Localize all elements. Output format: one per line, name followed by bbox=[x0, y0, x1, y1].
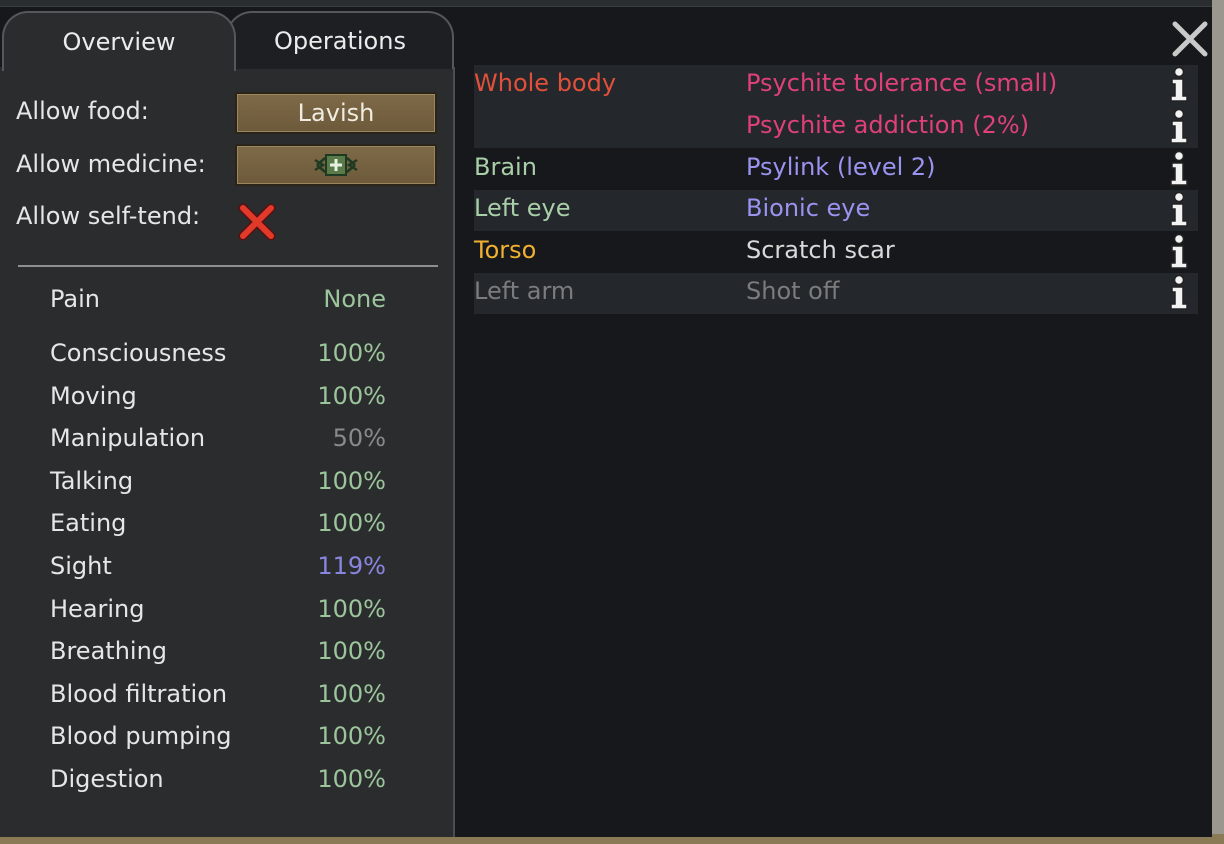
capacity-value: 100% bbox=[317, 339, 386, 367]
capacity-row: Blood filtration 100% bbox=[50, 680, 386, 714]
capacity-row: Consciousness 100% bbox=[50, 339, 386, 373]
tab-overview[interactable]: Overview bbox=[2, 11, 236, 71]
capacity-name: Breathing bbox=[50, 637, 168, 666]
hediff-row[interactable]: Left eye Bionic eye bbox=[474, 190, 1198, 231]
capacity-row: Blood pumping 100% bbox=[50, 722, 386, 756]
capacity-name: Blood filtration bbox=[50, 679, 228, 708]
tab-operations-label: Operations bbox=[274, 27, 406, 55]
divider bbox=[18, 265, 438, 267]
capacity-row: Eating 100% bbox=[50, 509, 386, 543]
hediff-row[interactable]: Torso Scratch scar bbox=[474, 232, 1198, 273]
capacity-value: 100% bbox=[317, 679, 386, 708]
body-part-label: Brain bbox=[474, 153, 537, 181]
allow-food-value: Lavish bbox=[297, 99, 375, 127]
capacity-row: Manipulation 50% bbox=[50, 424, 386, 458]
capacity-value: 100% bbox=[317, 765, 386, 793]
pain-label: Pain bbox=[50, 285, 100, 313]
info-icon[interactable] bbox=[1166, 150, 1192, 187]
close-button[interactable] bbox=[1170, 19, 1210, 59]
medicine-icon bbox=[314, 154, 358, 176]
condition-label: Psychite tolerance (small) bbox=[746, 69, 1058, 97]
condition-label: Scratch scar bbox=[746, 236, 895, 264]
capacity-name: Talking bbox=[50, 466, 134, 495]
self-tend-toggle[interactable] bbox=[236, 201, 278, 243]
capacity-row: Moving 100% bbox=[50, 382, 386, 416]
condition-label: Bionic eye bbox=[746, 194, 871, 222]
capacity-name: Hearing bbox=[50, 594, 145, 623]
allow-self-tend-label: Allow self-tend: bbox=[16, 202, 201, 230]
health-window: Operations Overview Allow food: Lavish A… bbox=[0, 6, 1212, 837]
capacity-name: Sight bbox=[50, 552, 112, 580]
capacity-name: Blood pumping bbox=[50, 722, 232, 751]
pain-row: Pain None bbox=[50, 285, 386, 319]
allow-food-button[interactable]: Lavish bbox=[235, 92, 437, 134]
close-icon bbox=[1172, 21, 1208, 57]
capacity-row: Breathing 100% bbox=[50, 637, 386, 671]
capacity-value: 100% bbox=[317, 381, 386, 410]
capacity-value: 100% bbox=[317, 466, 386, 495]
capacity-name: Eating bbox=[50, 509, 127, 538]
capacity-name: Moving bbox=[50, 381, 137, 410]
allow-medicine-button[interactable] bbox=[235, 144, 437, 186]
allow-food-label: Allow food: bbox=[16, 97, 149, 125]
background-strip-right bbox=[1212, 0, 1224, 844]
body-part-label: Left eye bbox=[474, 194, 571, 222]
capacity-value: 119% bbox=[317, 552, 386, 580]
info-icon[interactable] bbox=[1166, 274, 1192, 311]
capacity-row: Digestion 100% bbox=[50, 765, 386, 799]
body-part-label: Torso bbox=[474, 236, 537, 264]
capacity-value: 50% bbox=[332, 424, 386, 453]
tab-operations[interactable]: Operations bbox=[226, 11, 454, 69]
cross-x-icon bbox=[238, 203, 276, 241]
condition-label: Shot off bbox=[746, 277, 840, 305]
condition-label: Psylink (level 2) bbox=[746, 153, 936, 181]
capacity-row: Talking 100% bbox=[50, 467, 386, 501]
body-part-label: Whole body bbox=[474, 69, 617, 97]
capacity-value: 100% bbox=[317, 509, 386, 538]
body-part-label: Left arm bbox=[474, 277, 575, 305]
capacity-name: Manipulation bbox=[50, 424, 206, 453]
capacity-value: 100% bbox=[317, 722, 386, 751]
allow-medicine-label: Allow medicine: bbox=[16, 150, 206, 178]
capacity-name: Digestion bbox=[50, 765, 164, 793]
info-icon[interactable] bbox=[1166, 108, 1192, 145]
hediff-row[interactable]: Left arm Shot off bbox=[474, 273, 1198, 314]
capacity-value: 100% bbox=[317, 637, 386, 666]
info-icon[interactable] bbox=[1166, 233, 1192, 270]
info-icon[interactable] bbox=[1166, 191, 1192, 228]
capacity-value: 100% bbox=[317, 594, 386, 623]
hediff-row[interactable]: Brain Psylink (level 2) bbox=[474, 149, 1198, 190]
info-icon[interactable] bbox=[1166, 66, 1192, 103]
condition-label: Psychite addiction (2%) bbox=[746, 111, 1030, 139]
capacity-name: Consciousness bbox=[50, 339, 227, 367]
tab-overview-label: Overview bbox=[62, 28, 176, 56]
capacity-row: Hearing 100% bbox=[50, 595, 386, 629]
hediff-row[interactable]: Whole body Psychite tolerance (small) bbox=[474, 65, 1198, 107]
capacity-row: Sight 119% bbox=[50, 552, 386, 586]
pain-value: None bbox=[323, 285, 386, 313]
hediff-row[interactable]: Psychite addiction (2%) bbox=[474, 107, 1198, 148]
